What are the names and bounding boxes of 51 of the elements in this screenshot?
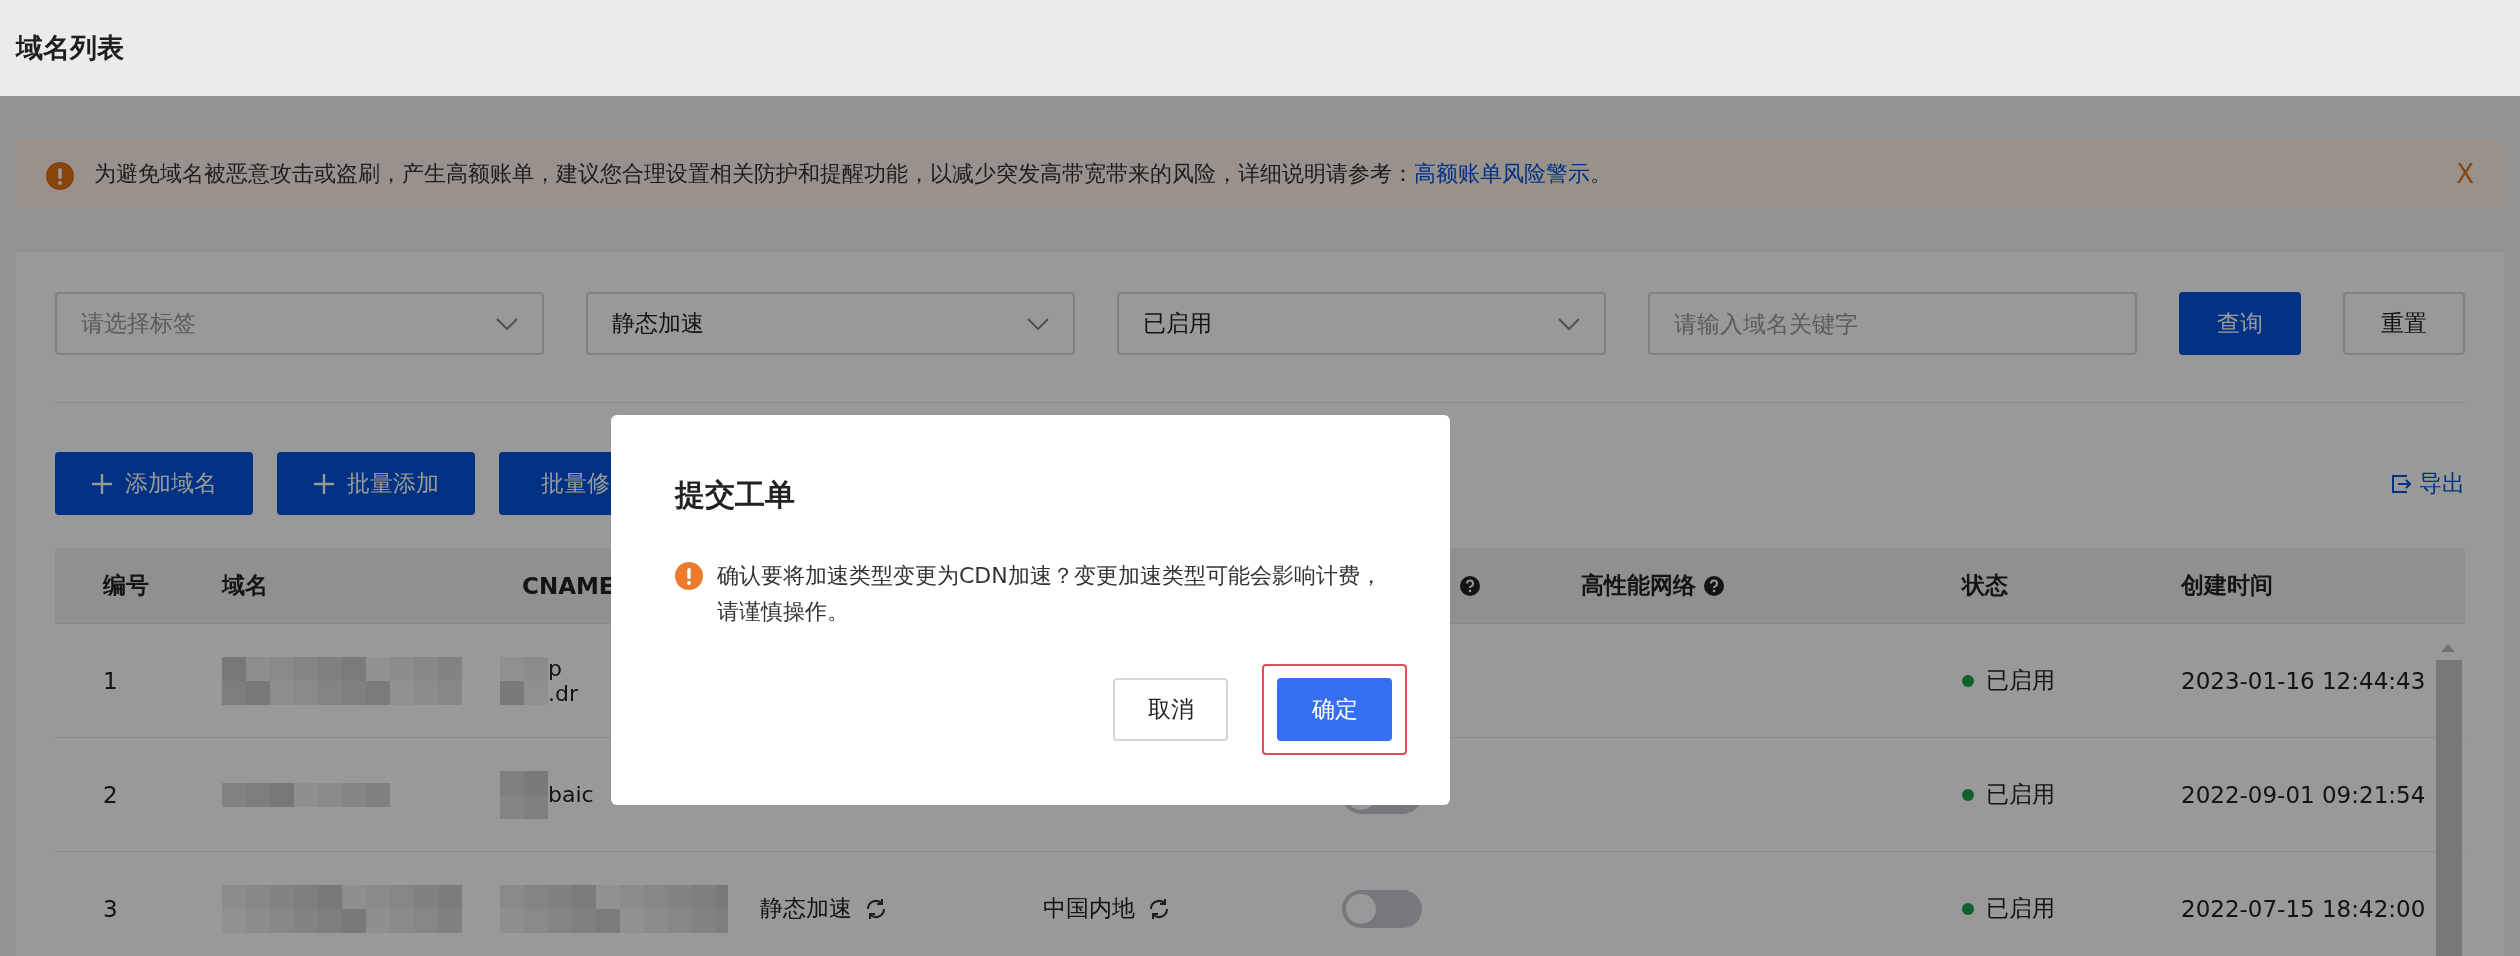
risk-warning-link[interactable]: 高额账单风险警示 — [1414, 161, 1590, 186]
status-dot — [1962, 674, 1974, 687]
table-cell: 3 — [103, 895, 118, 922]
select-field[interactable]: 已启用 — [1117, 292, 1606, 355]
table-cell: 2022-09-01 09:21:54 — [2181, 781, 2426, 808]
chevron-down-icon — [496, 317, 518, 330]
confirm-button[interactable]: 确定 — [1277, 678, 1392, 741]
warning-message: 为避免域名被恶意攻击或盗刷，产生高额账单，建议您合理设置相关防护和提醒功能，以减少突发高带宽带来的风险，详细说明请参考：高额账单风险警示。 — [94, 160, 1613, 188]
table-cell: .dr — [548, 680, 578, 706]
table-cell: 2022-07-15 18:42:00 — [2181, 895, 2426, 922]
export-link[interactable]: 导出 — [2391, 468, 2465, 499]
dialog-message: 确认要将加速类型变更为CDN加速？变更加速类型可能会影响计费，请谨慎操作。 — [717, 562, 1383, 626]
warning-icon — [675, 562, 703, 590]
toggle-switch[interactable] — [1342, 889, 1422, 928]
table-cell: 2 — [103, 781, 118, 808]
table-cell-text: 中国内地 — [1043, 894, 1135, 923]
reset-button[interactable]: 重置 — [2343, 292, 2465, 355]
select-field[interactable]: 静态加速 — [586, 292, 1075, 355]
warning-icon — [46, 162, 74, 190]
pixelated-text-drawing — [500, 770, 548, 819]
column-header: 编号 — [103, 571, 149, 600]
table-cell-text: 静态加速 — [760, 894, 852, 923]
close-button[interactable]: X — [2456, 159, 2474, 189]
select-field[interactable]: 请选择标签 — [55, 292, 544, 355]
action-button[interactable]: 批量添加 — [277, 452, 475, 515]
table-cell: 1 — [103, 667, 118, 694]
refresh-icon — [1147, 896, 1171, 921]
column-header: 高性能网络 — [1581, 571, 1696, 600]
status-text: 已启用 — [1986, 894, 2055, 923]
status-text: 已启用 — [1986, 780, 2055, 809]
column-header: 域名 — [222, 571, 268, 600]
cancel-button[interactable]: 取消 — [1113, 678, 1228, 741]
chevron-down-icon — [1027, 317, 1049, 330]
search-button[interactable]: 查询 — [2179, 292, 2301, 355]
refresh-icon — [864, 896, 888, 921]
status-dot — [1962, 902, 1974, 915]
column-header: CNAME — [522, 572, 615, 599]
chevron-down-icon — [1558, 317, 1580, 330]
export-icon — [2391, 473, 2411, 494]
action-button[interactable]: 添加域名 — [55, 452, 253, 515]
page-title: 域名列表 — [16, 31, 124, 65]
column-header: 创建时间 — [2181, 571, 2273, 600]
search-field[interactable]: 请输入域名关键字 — [1648, 292, 2137, 355]
table-cell: 2023-01-16 12:44:43 — [2181, 667, 2426, 694]
dialog-title: 提交工单 — [675, 476, 796, 514]
column-header: 状态 — [1962, 571, 2008, 600]
table-cell: baic — [548, 782, 594, 807]
table-cell-text: p — [548, 655, 563, 681]
pixelated-text-drawing — [500, 656, 548, 705]
status-text: 已启用 — [1986, 666, 2055, 695]
status-dot — [1962, 788, 1974, 801]
